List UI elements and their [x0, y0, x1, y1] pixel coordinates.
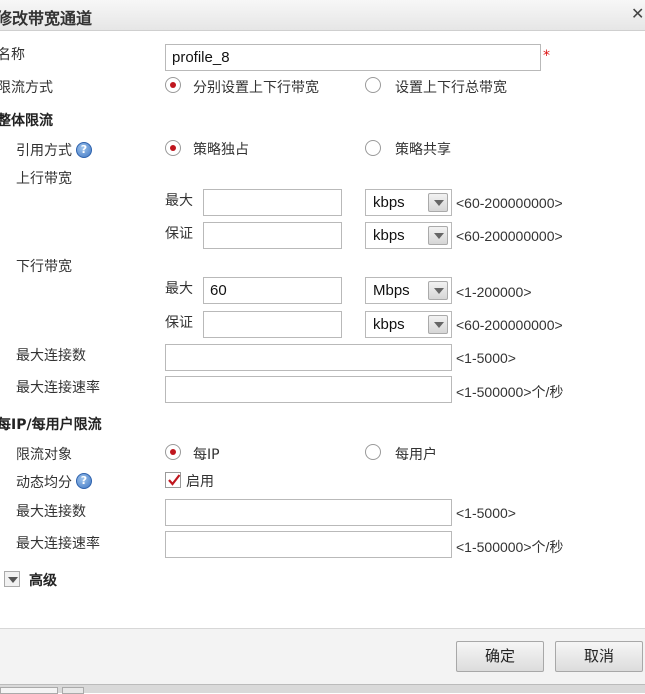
- chevron-down-icon[interactable]: [428, 315, 448, 334]
- dialog-footer: 确定 取消: [0, 628, 645, 684]
- per-ip-max-conn-rate-range: <1-500000>个/秒: [456, 539, 564, 555]
- enable-checkbox[interactable]: [165, 472, 181, 488]
- upstream-max-input[interactable]: [203, 189, 342, 216]
- per-ip-max-conn-input[interactable]: [165, 499, 452, 526]
- downstream-max-range: <1-200000>: [456, 284, 532, 300]
- edit-bandwidth-dialog: 修改带宽通道 ✕ 名称 * 限流方式 分别设置上下行带宽 设置上下行总带宽 整体…: [0, 0, 645, 694]
- chevron-down-icon[interactable]: [428, 281, 448, 300]
- upstream-label: 上行带宽: [16, 171, 72, 187]
- overall-section-title: 整体限流: [0, 113, 53, 129]
- close-icon[interactable]: ✕: [631, 4, 644, 23]
- downstream-max-label: 最大: [165, 281, 193, 297]
- per-ip-max-conn-label: 最大连接数: [16, 504, 86, 520]
- upstream-max-unit-select[interactable]: kbps: [365, 189, 452, 216]
- dialog-title: 修改带宽通道: [0, 9, 93, 28]
- ok-button[interactable]: 确定: [456, 641, 544, 672]
- help-icon[interactable]: ?: [76, 142, 92, 158]
- radio-total[interactable]: [365, 77, 381, 93]
- upstream-guarantee-label: 保证: [165, 226, 193, 242]
- radio-separate[interactable]: [165, 77, 181, 93]
- enable-label[interactable]: 启用: [186, 471, 214, 491]
- downstream-guarantee-input[interactable]: [203, 311, 342, 338]
- help-icon[interactable]: ?: [76, 473, 92, 489]
- radio-shared-label[interactable]: 策略共享: [395, 139, 451, 159]
- dialog-titlebar: 修改带宽通道 ✕: [0, 0, 645, 31]
- upstream-max-unit-value: kbps: [373, 194, 405, 211]
- max-conn-range: <1-5000>: [456, 350, 516, 366]
- max-conn-label: 最大连接数: [16, 348, 86, 364]
- dynamic-share-label: 动态均分: [16, 475, 72, 491]
- required-mark: *: [543, 48, 550, 64]
- downstream-max-unit-select[interactable]: Mbps: [365, 277, 452, 304]
- radio-per-user-label[interactable]: 每用户: [395, 444, 437, 464]
- radio-per-ip[interactable]: [165, 444, 181, 460]
- limit-target-label: 限流对象: [16, 447, 72, 463]
- downstream-label: 下行带宽: [16, 259, 72, 275]
- advanced-label[interactable]: 高级: [29, 570, 57, 590]
- downstream-max-input[interactable]: [203, 277, 342, 304]
- per-ip-max-conn-range: <1-5000>: [456, 505, 516, 521]
- per-ip-section-title: 每IP/每用户限流: [0, 417, 102, 433]
- name-input[interactable]: [165, 44, 541, 71]
- downstream-guarantee-unit-value: kbps: [373, 316, 405, 333]
- upstream-max-label: 最大: [165, 193, 193, 209]
- upstream-max-range: <60-200000000>: [456, 195, 563, 211]
- checkmark-icon: [168, 474, 181, 486]
- upstream-guarantee-unit-select[interactable]: kbps: [365, 222, 452, 249]
- upstream-guarantee-range: <60-200000000>: [456, 228, 563, 244]
- upstream-guarantee-input[interactable]: [203, 222, 342, 249]
- expand-advanced-icon[interactable]: [4, 571, 20, 587]
- name-label: 名称: [0, 47, 25, 63]
- max-conn-rate-range: <1-500000>个/秒: [456, 384, 564, 400]
- radio-exclusive-label[interactable]: 策略独占: [193, 139, 249, 159]
- upstream-guarantee-unit-value: kbps: [373, 227, 405, 244]
- reference-mode-label: 引用方式: [16, 143, 72, 159]
- chevron-down-icon[interactable]: [428, 193, 448, 212]
- max-conn-input[interactable]: [165, 344, 452, 371]
- radio-total-label[interactable]: 设置上下行总带宽: [395, 77, 507, 97]
- chevron-down-icon[interactable]: [428, 226, 448, 245]
- limit-mode-label: 限流方式: [0, 80, 53, 96]
- radio-shared[interactable]: [365, 140, 381, 156]
- max-conn-rate-input[interactable]: [165, 376, 452, 403]
- radio-per-user[interactable]: [365, 444, 381, 460]
- downstream-guarantee-label: 保证: [165, 315, 193, 331]
- per-ip-max-conn-rate-input[interactable]: [165, 531, 452, 558]
- per-ip-max-conn-rate-label: 最大连接速率: [16, 536, 100, 552]
- downstream-max-unit-value: Mbps: [373, 282, 410, 299]
- radio-exclusive[interactable]: [165, 140, 181, 156]
- radio-per-ip-label[interactable]: 每IP: [193, 444, 220, 464]
- max-conn-rate-label: 最大连接速率: [16, 380, 100, 396]
- downstream-guarantee-range: <60-200000000>: [456, 317, 563, 333]
- cancel-button[interactable]: 取消: [555, 641, 643, 672]
- bottom-strip: [0, 684, 645, 694]
- radio-separate-label[interactable]: 分别设置上下行带宽: [193, 77, 319, 97]
- downstream-guarantee-unit-select[interactable]: kbps: [365, 311, 452, 338]
